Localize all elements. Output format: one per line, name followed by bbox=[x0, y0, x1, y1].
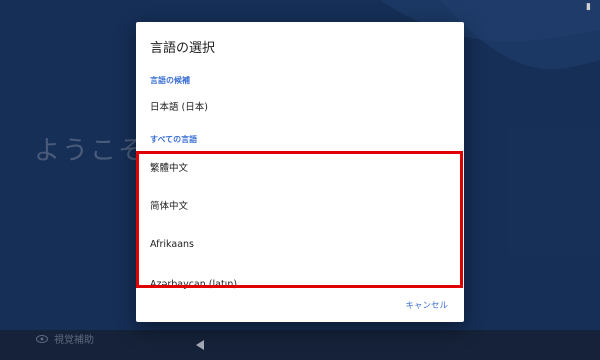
screen: ▮ ようこそ 視覚補助 言語の選択 言語の候補 日本語 (日本) すべての言語 … bbox=[0, 0, 600, 360]
language-item-simplified-chinese[interactable]: 简体中文 bbox=[150, 197, 450, 217]
language-item-afrikaans[interactable]: Afrikaans bbox=[150, 235, 450, 255]
language-item-traditional-chinese[interactable]: 繁體中文 bbox=[150, 159, 450, 179]
language-item-japanese[interactable]: 日本語 (日本) bbox=[150, 98, 450, 118]
cancel-button[interactable]: キャンセル bbox=[403, 295, 450, 315]
dialog-title: 言語の選択 bbox=[150, 41, 216, 56]
all-languages-header: すべての言語 bbox=[150, 135, 198, 144]
suggested-languages-header: 言語の候補 bbox=[150, 76, 190, 85]
language-item-azerbaijani[interactable]: Azərbaycan (latın) bbox=[150, 275, 450, 295]
language-select-dialog: 言語の選択 言語の候補 日本語 (日本) すべての言語 繁體中文 简体中文 Af… bbox=[136, 22, 464, 322]
